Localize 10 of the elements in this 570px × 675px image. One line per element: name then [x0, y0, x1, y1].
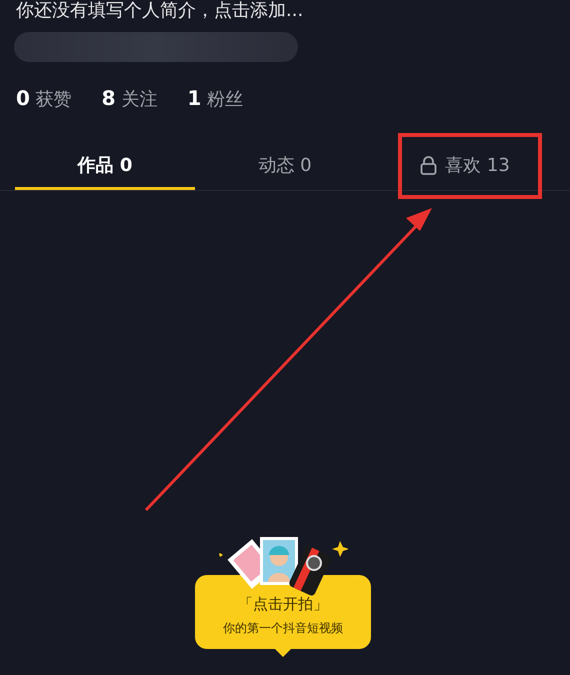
prompt-title: 「点击开拍」: [237, 595, 329, 614]
bio-text[interactable]: 你还没有填写个人简介，点击添加...: [0, 0, 570, 22]
lock-icon: [420, 156, 438, 174]
stat-text[interactable]: 0 获赞: [16, 86, 72, 111]
tab[interactable]: 作品 0: [72, 143, 138, 187]
tab[interactable]: 动态 0: [252, 143, 318, 187]
stat-text[interactable]: 1 粉丝: [187, 86, 243, 111]
stat-text[interactable]: 8 关注: [102, 86, 158, 111]
tab[interactable]: 喜欢 13: [414, 143, 516, 187]
prompt-subtitle: 你的第一个抖音短视频: [222, 620, 344, 637]
